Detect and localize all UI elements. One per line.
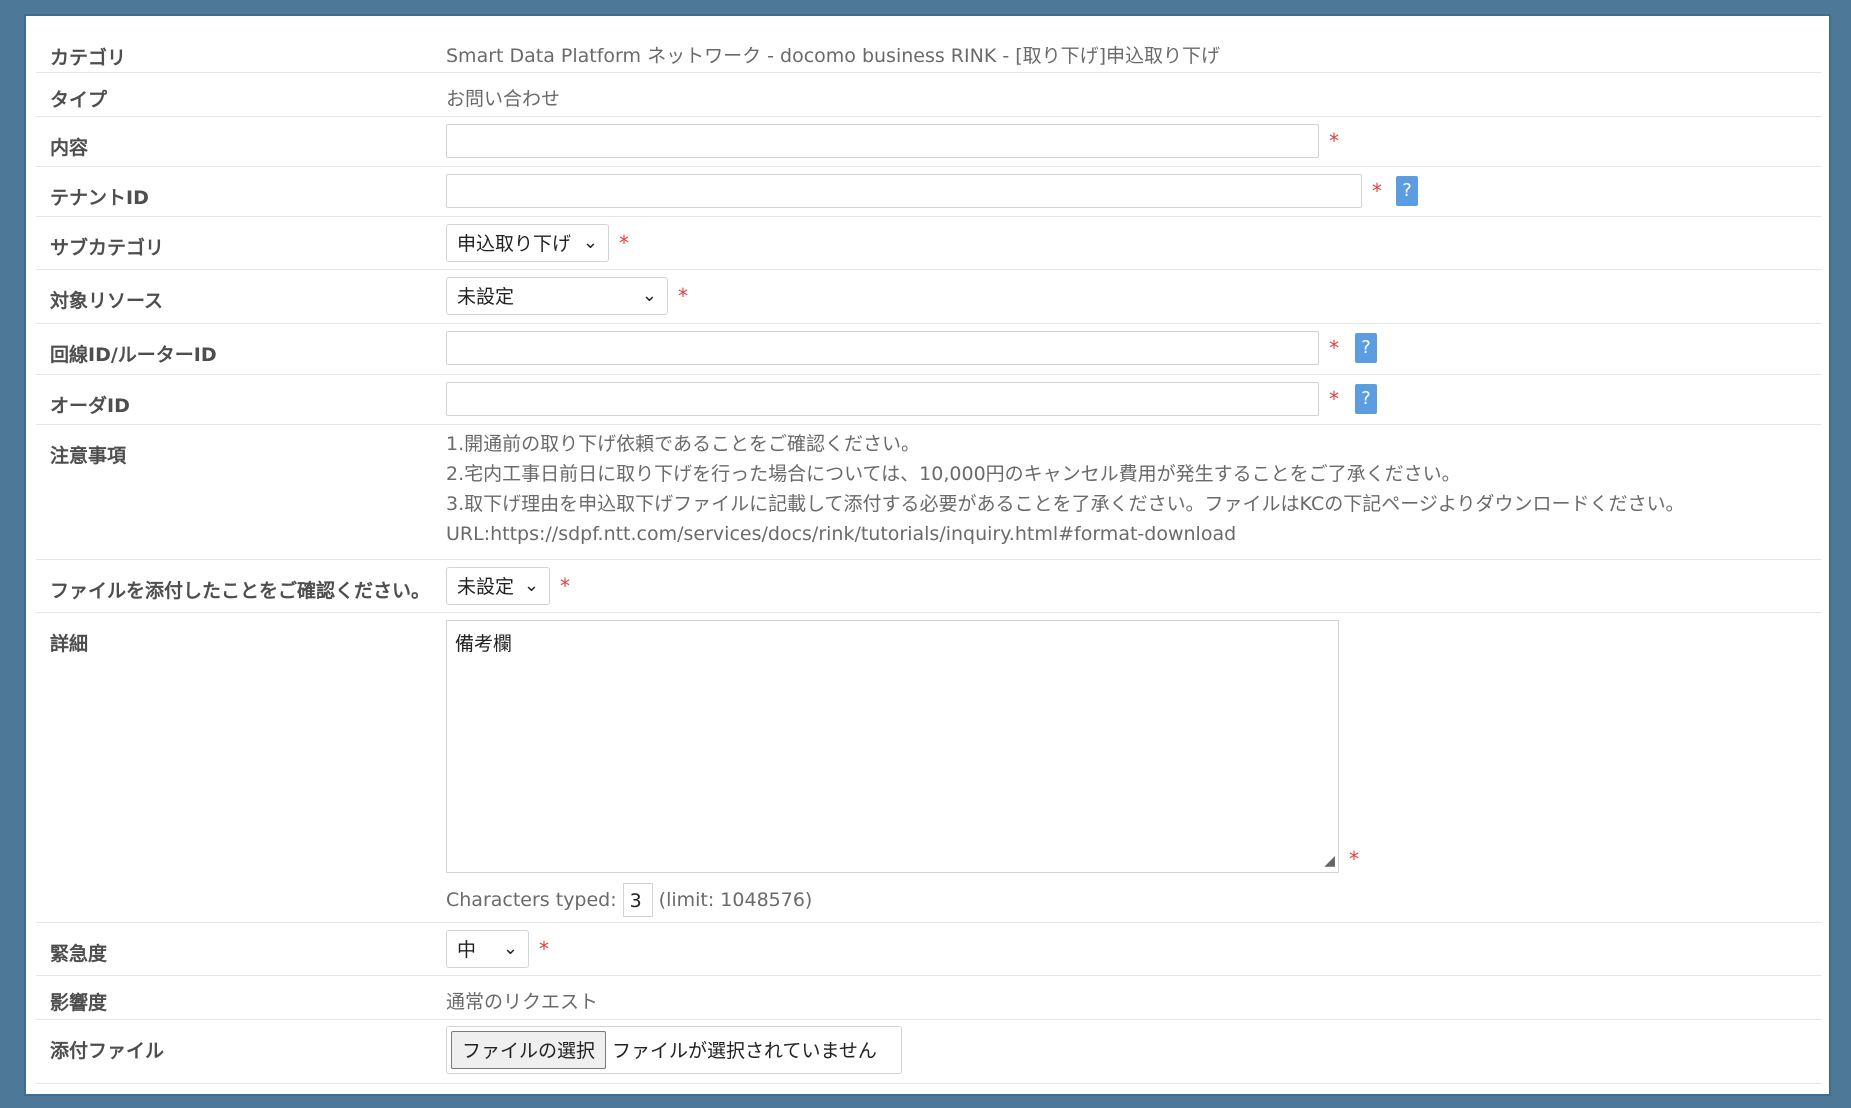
counter-prefix: Characters typed: <box>446 888 617 911</box>
choose-file-button[interactable]: ファイルの選択 <box>451 1030 607 1069</box>
attachment-label: 添付ファイル <box>36 1019 446 1084</box>
chevron-down-icon: ⌄ <box>641 285 657 306</box>
file-confirm-selected: 未設定 <box>457 576 515 598</box>
row-file-confirm: ファイルを添付したことをご確認ください。 未設定 ⌄ * <box>36 559 1822 613</box>
file-confirm-select[interactable]: 未設定 ⌄ <box>446 566 550 605</box>
row-subcategory: サブカテゴリ 申込取り下げ ⌄ * <box>36 216 1822 270</box>
file-status: ファイルが選択されていません <box>612 1040 877 1062</box>
row-content: 内容 * <box>36 116 1822 167</box>
note-url: URL:https://sdpf.ntt.com/services/docs/r… <box>446 522 1237 545</box>
subcategory-select[interactable]: 申込取り下げ ⌄ <box>446 223 609 262</box>
row-type: タイプ お問い合わせ <box>36 72 1822 117</box>
row-tenant-id: テナントID * ? <box>36 166 1822 217</box>
line-router-id-input[interactable] <box>446 330 1319 365</box>
details-label: 詳細 <box>36 612 446 923</box>
required-mark: * <box>619 230 629 255</box>
note-line: 2.宅内工事日前日に取り下げを行った場合については、10,000円のキャンセル費… <box>446 462 1461 485</box>
row-impact: 影響度 通常のリクエスト <box>36 975 1822 1020</box>
help-icon[interactable]: ? <box>1396 175 1418 206</box>
row-line-router-id: 回線ID/ルーターID * ? <box>36 323 1822 375</box>
row-urgency: 緊急度 中 ⌄ * <box>36 922 1822 976</box>
required-mark: * <box>1329 386 1339 411</box>
row-target-resource: 対象リソース 未設定 ⌄ * <box>36 269 1822 324</box>
note-line: 3.取下げ理由を申込取下げファイルに記載して添付する必要があることを了承ください… <box>446 492 1685 515</box>
tenant-id-input[interactable] <box>446 173 1362 208</box>
required-mark: * <box>1372 178 1382 203</box>
row-notes: 注意事項 1.開通前の取り下げ依頼であることをご確認ください。 2.宅内工事日前… <box>36 424 1822 560</box>
order-id-input[interactable] <box>446 381 1319 416</box>
details-textarea[interactable]: 備考欄 <box>446 619 1339 873</box>
type-value: お問い合わせ <box>446 87 561 110</box>
impact-label: 影響度 <box>36 975 446 1020</box>
form-panel: カテゴリ Smart Data Platform ネットワーク - docomo… <box>24 14 1831 1096</box>
notes-label: 注意事項 <box>36 424 446 560</box>
line-router-id-label: 回線ID/ルーターID <box>36 323 446 375</box>
chevron-down-icon: ⌄ <box>502 938 518 959</box>
order-id-label: オーダID <box>36 374 446 425</box>
category-value: Smart Data Platform ネットワーク - docomo busi… <box>446 45 1221 67</box>
row-attachment: 添付ファイル ファイルの選択 ファイルが選択されていません <box>36 1019 1822 1084</box>
chevron-down-icon: ⌄ <box>523 575 539 596</box>
row-order-id: オーダID * ? <box>36 374 1822 425</box>
file-input[interactable]: ファイルの選択 ファイルが選択されていません <box>446 1025 902 1074</box>
target-resource-select[interactable]: 未設定 ⌄ <box>446 276 668 315</box>
note-line: 1.開通前の取り下げ依頼であることをご確認ください。 <box>446 432 920 455</box>
notes-text: 1.開通前の取り下げ依頼であることをご確認ください。 2.宅内工事日前日に取り下… <box>446 429 1822 549</box>
required-mark: * <box>1329 335 1339 360</box>
content-input[interactable] <box>446 123 1319 158</box>
row-category: カテゴリ Smart Data Platform ネットワーク - docomo… <box>36 29 1822 73</box>
required-mark: * <box>539 936 549 961</box>
required-mark: * <box>678 283 688 308</box>
required-mark: * <box>1349 846 1359 871</box>
required-mark: * <box>560 573 570 598</box>
subcategory-label: サブカテゴリ <box>36 216 446 270</box>
content-label: 内容 <box>36 116 446 167</box>
category-label: カテゴリ <box>36 29 446 73</box>
tenant-id-label: テナントID <box>36 166 446 217</box>
resize-handle-icon[interactable]: ◢ <box>1324 853 1335 869</box>
counter-limit: (limit: 1048576) <box>658 888 813 911</box>
counter-value: 3 <box>622 882 653 917</box>
target-resource-selected: 未設定 <box>457 286 515 308</box>
required-mark: * <box>1329 128 1339 153</box>
urgency-select[interactable]: 中 ⌄ <box>446 929 529 968</box>
subcategory-selected: 申込取り下げ <box>457 233 572 255</box>
target-resource-label: 対象リソース <box>36 269 446 324</box>
type-label: タイプ <box>36 72 446 117</box>
request-form: カテゴリ Smart Data Platform ネットワーク - docomo… <box>36 29 1822 1084</box>
character-counter: Characters typed: 3 (limit: 1048576) <box>446 882 1822 917</box>
impact-value: 通常のリクエスト <box>446 990 599 1013</box>
file-confirm-label: ファイルを添付したことをご確認ください。 <box>36 559 446 613</box>
urgency-selected: 中 <box>457 939 477 961</box>
help-icon[interactable]: ? <box>1355 332 1377 363</box>
urgency-label: 緊急度 <box>36 922 446 976</box>
chevron-down-icon: ⌄ <box>582 232 598 253</box>
help-icon[interactable]: ? <box>1355 383 1377 414</box>
row-details: 詳細 備考欄 ◢ * Characters typed: 3 (limit: 1… <box>36 612 1822 923</box>
